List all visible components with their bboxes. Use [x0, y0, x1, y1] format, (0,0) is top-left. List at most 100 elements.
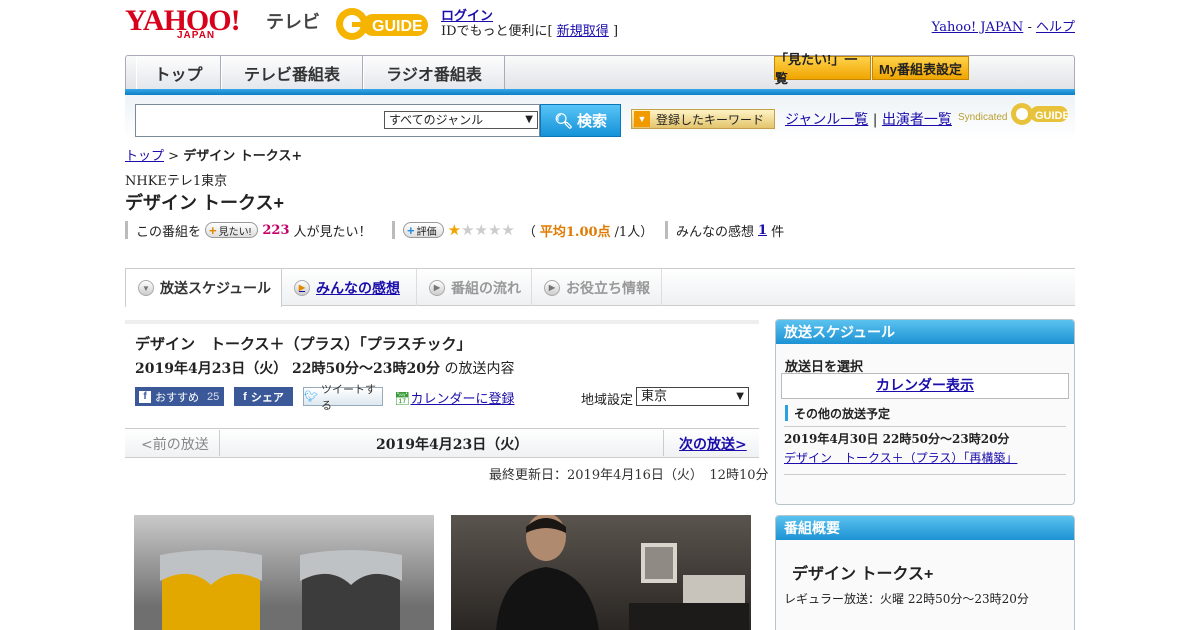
cast-list-link[interactable]: 出演者一覧: [882, 112, 952, 128]
fb-count: 25: [207, 390, 220, 403]
breadcrumb-top-link[interactable]: トップ: [125, 149, 164, 164]
search-icon: 🔍︎: [553, 112, 574, 130]
nav-tab-radio[interactable]: ラジオ番組表: [363, 56, 505, 90]
tab-impressions[interactable]: ▶ みんなの感想: [282, 269, 417, 306]
tab-schedule-label: 放送スケジュール: [160, 280, 272, 296]
star-icon: ★: [474, 221, 488, 239]
nav-tab-tv[interactable]: テレビ番組表: [221, 56, 363, 90]
other-broadcast-date: 2019年4月30日 22時50分～23時20分: [784, 432, 1010, 446]
rate-pill-label: 評価: [416, 226, 437, 238]
breadcrumb-separator: >: [168, 149, 180, 164]
genre-select[interactable]: すべてのジャンル ▼: [384, 111, 538, 129]
region-label: 地域設定: [581, 393, 634, 408]
dash-separator: -: [1027, 20, 1032, 35]
cups-image: [160, 550, 402, 630]
current-broadcast-date: 2019年4月23日（火）: [376, 437, 529, 453]
tweet-label: ツイートする: [320, 383, 376, 412]
overview-regular-broadcast: レギュラー放送：火曜 22時50分～23時20分: [784, 592, 1029, 606]
play-icon: ▶: [429, 279, 445, 296]
my-schedule-button[interactable]: My番組表設定: [872, 56, 969, 80]
calendar-view-link[interactable]: カレンダー表示: [781, 373, 1069, 399]
divider: [219, 430, 220, 456]
calendar-register[interactable]: 📅︎カレンダーに登録: [394, 388, 515, 407]
tv-logo-text: テレビ: [266, 12, 320, 32]
facebook-recommend-button[interactable]: f おすすめ 25: [135, 387, 224, 406]
broadcast-date-suffix: の放送内容: [440, 361, 515, 377]
chevron-down-icon: ▼: [138, 280, 154, 296]
calendar-register-link[interactable]: カレンダーに登録: [411, 392, 515, 407]
prev-broadcast-link: <前の放送: [141, 437, 209, 453]
dropdown-arrow-icon: ▼: [525, 114, 533, 125]
svg-text:GUIDE: GUIDE: [1035, 110, 1070, 122]
impressions-prefix: みんなの感想: [676, 224, 755, 240]
want-suffix: 人が見たい！: [293, 224, 372, 240]
gguide-logo[interactable]: GUIDE: [334, 6, 434, 46]
calendar-icon: 📅︎: [394, 392, 411, 407]
tab-impressions-label: みんなの感想: [316, 279, 400, 296]
divider: [784, 474, 1066, 475]
search-button[interactable]: 🔍︎ 検索: [540, 104, 621, 137]
genre-select-value: すべてのジャンル: [389, 113, 484, 127]
syndicated-gguide-logo: GUIDE: [1010, 101, 1070, 131]
search-links: ジャンル一覧 | 出演者一覧: [785, 109, 952, 129]
want-count: 223: [262, 222, 290, 238]
login-sub-suffix: ]: [612, 24, 619, 39]
gguide-logo-icon: GUIDE: [336, 8, 428, 40]
nav-tab-top[interactable]: トップ: [136, 56, 221, 90]
impressions-suffix: 件: [771, 224, 785, 240]
signup-link[interactable]: 新規取得: [557, 24, 609, 39]
plus-icon: +: [209, 222, 217, 238]
want-list-button[interactable]: 「見たい!」一覧: [774, 52, 871, 86]
want-prefix: この番組を: [136, 224, 202, 240]
yahoo-japan-logo-text: JAPAN: [177, 30, 216, 41]
other-broadcast-link[interactable]: デザイン トークス＋（プラス）「再構築」: [784, 449, 1017, 466]
twitter-bird-icon: 🐦︎: [304, 391, 318, 403]
arrow-down-icon: ▼: [634, 111, 650, 127]
rating-people: /1人）: [614, 224, 654, 240]
syndicated-label: Syndicated: [958, 112, 1008, 123]
schedule-sidebox-header: 放送スケジュール: [776, 320, 1074, 344]
rate-button[interactable]: + 評価: [403, 222, 444, 238]
program-image-designer: [451, 515, 751, 630]
want-button[interactable]: + 見たい!: [205, 222, 259, 238]
tweet-button[interactable]: 🐦︎ ツイートする: [303, 384, 383, 412]
facebook-share-button[interactable]: f シェア: [234, 387, 293, 406]
link-separator: |: [872, 112, 878, 128]
impressions-count-link[interactable]: 1: [758, 223, 767, 238]
fb-recommend-label: おすすめ: [155, 391, 199, 404]
gguide-small-icon: GUIDE: [1011, 103, 1070, 125]
want-pill-label: 見たい!: [218, 226, 252, 238]
help-link[interactable]: ヘルプ: [1036, 20, 1075, 35]
broadcast-title: デザイン トークス＋（プラス）「プラスチック」: [135, 336, 472, 353]
divider: [663, 430, 664, 456]
keyword-button[interactable]: ▼ 登録したキーワード: [631, 109, 775, 129]
rating-open: （: [522, 224, 536, 240]
rating-stat: + 評価 ★★★★★ （平均1.00点/1人）: [392, 221, 654, 240]
page-title: デザイン トークス+: [125, 193, 284, 213]
tab-schedule[interactable]: ▼ 放送スケジュール: [125, 269, 282, 307]
login-sub-prefix: IDでもっと便利に[: [441, 24, 553, 39]
next-broadcast-link[interactable]: 次の放送>: [679, 434, 747, 454]
play-icon: ▶: [544, 279, 560, 296]
designer-image: [496, 515, 749, 630]
broadcast-date: 2019年4月23日（火） 22時50分～23時20分 の放送内容: [135, 358, 514, 378]
star-icon: ★: [487, 221, 502, 239]
tab-flow-label: 番組の流れ: [451, 279, 521, 296]
star-icon: ★: [501, 221, 515, 239]
tab-info-label: お役立ち情報: [566, 279, 650, 296]
login-subtext: IDでもっと便利に[ 新規取得 ]: [441, 20, 618, 39]
genre-list-link[interactable]: ジャンル一覧: [785, 112, 868, 128]
yahoo-japan-link[interactable]: Yahoo! JAPAN: [932, 20, 1024, 35]
facebook-icon: f: [243, 390, 247, 403]
breadcrumb-current: デザイン トークス+: [183, 149, 303, 164]
region-select[interactable]: 東京 ▼: [636, 387, 749, 406]
want-to-watch-stat: この番組を + 見たい! 223 人が見たい！: [125, 221, 372, 240]
star-icon: ★: [447, 221, 462, 239]
overview-sidebox-header: 番組概要: [776, 516, 1074, 540]
tab-flow: ▶ 番組の流れ: [417, 269, 532, 306]
breadcrumb: トップ > デザイン トークス+: [125, 145, 302, 164]
keyword-button-label: 登録したキーワード: [656, 112, 765, 127]
star-icon: ★: [461, 221, 475, 239]
dropdown-arrow-icon: ▼: [736, 391, 744, 402]
rating-average: 平均1.00点: [539, 224, 611, 240]
